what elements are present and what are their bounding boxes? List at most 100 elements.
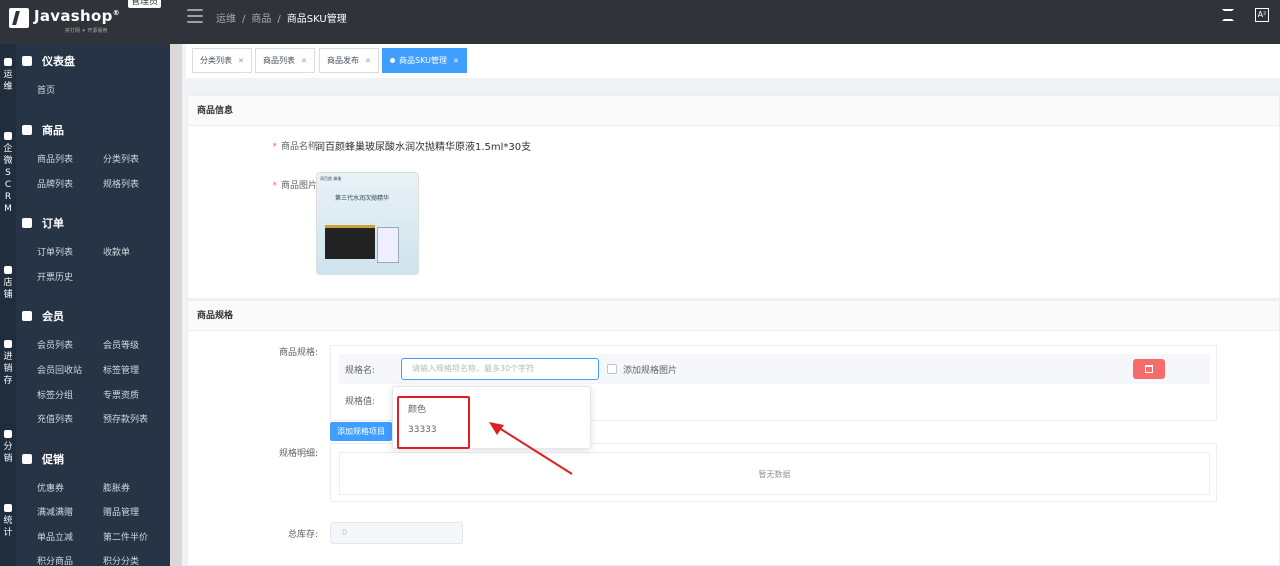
- module-rail: 运维 企微SCRM 店铺 进销存 分销 统计: [0, 44, 16, 566]
- menu-item-points-goods[interactable]: 积分商品: [37, 554, 73, 566]
- fullscreen-icon[interactable]: [1222, 9, 1234, 21]
- menu-group-dashboard[interactable]: 仪表盘: [22, 53, 75, 69]
- rail-item-shop[interactable]: 店铺: [0, 266, 16, 301]
- menu-item-full-discount[interactable]: 满减满赠: [37, 505, 73, 518]
- menu-item-expansion-coupon[interactable]: 膨胀券: [103, 481, 130, 494]
- menu-item-member-level[interactable]: 会员等级: [103, 338, 139, 351]
- admin-badge: 管理员: [128, 0, 162, 8]
- tab-label: 商品SKU管理: [399, 56, 447, 65]
- menu-item-gift-manage[interactable]: 赠品管理: [103, 505, 139, 518]
- tab-category-list[interactable]: 分类列表 ✕: [192, 48, 252, 73]
- inventory-icon: [4, 340, 12, 348]
- menu-item-deposit-list[interactable]: 预存款列表: [103, 412, 148, 425]
- goods-image[interactable]: 润百颜 蜂巢 第三代水润次抛精华: [316, 172, 419, 275]
- breadcrumb-item[interactable]: 运维: [216, 14, 236, 25]
- tab-label: 分类列表: [200, 56, 232, 65]
- sidebar-scrollbar[interactable]: [170, 44, 182, 566]
- tags-view-bar: 分类列表 ✕ 商品列表 ✕ 商品发布 ✕ 商品SKU管理 ✕: [186, 44, 1280, 78]
- menu-item-spec-list[interactable]: 规格列表: [103, 177, 139, 190]
- product-box-graphic: [325, 225, 375, 259]
- spec-name-input[interactable]: 请输入规格项名称，最多30个字符: [401, 358, 599, 380]
- menu-item-points-category[interactable]: 积分分类: [103, 554, 139, 566]
- menu-group-label: 会员: [42, 310, 64, 323]
- menu-item-recharge-list[interactable]: 充值列表: [37, 412, 73, 425]
- menu-item-category-list[interactable]: 分类列表: [103, 152, 139, 165]
- javashop-logo[interactable]: Javashop® 拼打网 ✦ 开源易用: [7, 4, 157, 38]
- rail-item-ops[interactable]: 运维: [0, 58, 16, 93]
- font-size-icon[interactable]: A²: [1255, 8, 1269, 22]
- menu-item-invoice-qualification[interactable]: 专票资质: [103, 388, 139, 401]
- menu-item-member-recycle[interactable]: 会员回收站: [37, 363, 82, 376]
- menu-group-members[interactable]: 会员: [22, 308, 64, 324]
- dashboard-icon: [4, 58, 12, 66]
- menu-item-brand-list[interactable]: 品牌列表: [37, 177, 73, 190]
- goods-info-card: 商品信息 * 商品名称: 润百颜蜂巢玻尿酸水润次抛精华原液1.5ml*30支 * 商…: [187, 95, 1280, 299]
- rail-label: 分销: [3, 442, 13, 464]
- menu-group-promotion[interactable]: 促销: [22, 451, 64, 467]
- tab-sku-manage[interactable]: 商品SKU管理 ✕: [382, 48, 467, 73]
- menu-group-goods[interactable]: 商品: [22, 122, 64, 138]
- goods-name-label: * 商品名称:: [272, 142, 320, 152]
- goods-spec-card: 商品规格 商品规格: 规格名: 请输入规格项名称，最多30个字符 添加规格图片 …: [187, 300, 1280, 566]
- rail-item-distribution[interactable]: 分销: [0, 430, 16, 465]
- spec-image-checkbox-label[interactable]: 添加规格图片: [623, 363, 677, 376]
- menu-item-home[interactable]: 首页: [37, 83, 55, 96]
- spec-label: 商品规格:: [278, 348, 318, 358]
- rail-item-statistics[interactable]: 统计: [0, 504, 16, 539]
- spec-name-label: 规格名:: [345, 366, 376, 376]
- close-icon[interactable]: ✕: [301, 57, 307, 65]
- annotation-arrow-icon: [489, 422, 573, 475]
- rail-item-scrm[interactable]: 企微SCRM: [0, 132, 16, 215]
- tab-goods-list[interactable]: 商品列表 ✕: [255, 48, 315, 73]
- rail-label: 进销存: [3, 352, 13, 386]
- menu-item-tag-manage[interactable]: 标签管理: [103, 363, 139, 376]
- rail-label: 企微SCRM: [3, 144, 13, 214]
- rail-label: 运维: [3, 70, 13, 92]
- hamburger-menu-icon[interactable]: [187, 9, 203, 23]
- menu-item-coupon[interactable]: 优惠券: [37, 481, 64, 494]
- card-title: 商品信息: [188, 96, 1279, 126]
- wechat-work-icon: [4, 132, 12, 140]
- spec-image-checkbox[interactable]: [607, 364, 617, 374]
- active-dot-icon: [390, 58, 395, 63]
- statistics-icon: [4, 504, 12, 512]
- goods-image-label: * 商品图片:: [272, 181, 320, 191]
- menu-item-invoice-history[interactable]: 开票历史: [37, 270, 73, 283]
- breadcrumb-item[interactable]: 商品: [251, 14, 271, 25]
- stock-input[interactable]: 0: [330, 522, 463, 544]
- menu-item-goods-list[interactable]: 商品列表: [37, 152, 73, 165]
- menu-item-order-list[interactable]: 订单列表: [37, 245, 73, 258]
- tab-label: 商品发布: [327, 56, 359, 65]
- delete-spec-button[interactable]: [1133, 359, 1165, 379]
- add-spec-item-button[interactable]: 添加规格项目: [330, 422, 392, 441]
- annotation-highlight-box: [397, 396, 470, 449]
- spec-detail-table: 暂无数据: [330, 443, 1217, 502]
- dashboard-icon: [22, 56, 32, 66]
- rail-item-inventory[interactable]: 进销存: [0, 340, 16, 387]
- menu-item-tag-group[interactable]: 标签分组: [37, 388, 73, 401]
- menu-item-second-half[interactable]: 第二件半价: [103, 530, 148, 543]
- close-icon[interactable]: ✕: [365, 57, 371, 65]
- spec-detail-label: 规格明细:: [278, 449, 318, 459]
- trash-icon: [1145, 365, 1153, 373]
- menu-group-label: 促销: [42, 453, 64, 466]
- close-icon[interactable]: ✕: [453, 57, 459, 65]
- rail-label: 统计: [3, 516, 13, 538]
- spec-value-label: 规格值:: [345, 397, 376, 407]
- tab-goods-publish[interactable]: 商品发布 ✕: [319, 48, 379, 73]
- breadcrumb-current: 商品SKU管理: [286, 14, 347, 25]
- rail-label: 店铺: [3, 278, 13, 300]
- menu-group-label: 商品: [42, 124, 64, 137]
- arrow-shaft: [495, 425, 573, 475]
- logo-name: Javashop®: [34, 7, 120, 25]
- top-navbar: Javashop® 拼打网 ✦ 开源易用 管理员 运维 / 商品 / 商品SKU管理 A…: [0, 0, 1280, 44]
- goods-icon: [22, 125, 32, 135]
- menu-item-member-list[interactable]: 会员列表: [37, 338, 73, 351]
- close-icon[interactable]: ✕: [238, 57, 244, 65]
- menu-group-label: 仪表盘: [42, 55, 75, 68]
- menu-item-receipts[interactable]: 收款单: [103, 245, 130, 258]
- menu-item-single-reduce[interactable]: 单品立减: [37, 530, 73, 543]
- menu-group-orders[interactable]: 订单: [22, 215, 64, 231]
- image-banner-text: 第三代水润次抛精华: [335, 195, 390, 202]
- tab-label: 商品列表: [263, 56, 295, 65]
